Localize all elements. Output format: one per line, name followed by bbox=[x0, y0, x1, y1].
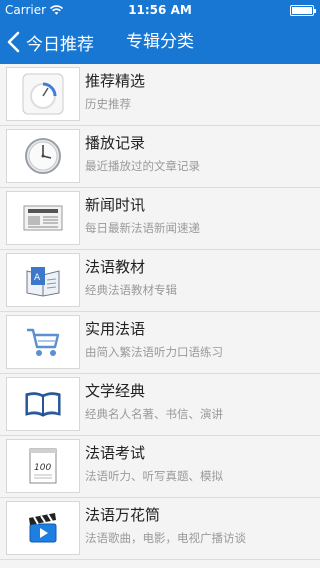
exam-paper-icon: 100 bbox=[29, 448, 57, 484]
status-bar: Carrier 11:56 AM bbox=[0, 0, 320, 20]
item-subtitle: 由简入繁法语听力口语练习 bbox=[85, 345, 223, 359]
thumbnail: A bbox=[6, 253, 80, 307]
back-button[interactable]: 今日推荐 bbox=[6, 20, 94, 64]
clapperboard-icon bbox=[29, 513, 57, 543]
back-label: 今日推荐 bbox=[26, 34, 94, 55]
open-book-icon bbox=[25, 392, 61, 417]
page-title: 专辑分类 bbox=[126, 32, 194, 52]
list-item-literature[interactable]: 文学经典 经典名人名著、书信、演讲 bbox=[0, 374, 320, 434]
textbook-icon: A bbox=[26, 267, 60, 297]
shopping-cart-icon bbox=[27, 328, 60, 356]
chevron-left-icon bbox=[7, 31, 20, 53]
item-subtitle: 每日最新法语新闻速递 bbox=[85, 221, 200, 235]
item-title: 播放记录 bbox=[85, 134, 146, 152]
exam-score-label: 100 bbox=[34, 463, 51, 473]
item-title: 推荐精选 bbox=[85, 72, 146, 90]
nav-bar: 今日推荐 专辑分类 bbox=[0, 20, 320, 64]
item-title: 文学经典 bbox=[85, 382, 146, 400]
list-item-practical[interactable]: 实用法语 由简入繁法语听力口语练习 bbox=[0, 312, 320, 372]
thumbnail bbox=[6, 315, 80, 369]
item-subtitle: 法语歌曲，电影，电视广播访谈 bbox=[85, 531, 246, 545]
item-subtitle: 最近播放过的文章记录 bbox=[85, 159, 200, 173]
thumbnail: 100 bbox=[6, 439, 80, 493]
item-title: 法语教材 bbox=[85, 258, 146, 276]
status-time: 11:56 AM bbox=[128, 3, 192, 17]
item-title: 法语万花筒 bbox=[85, 506, 161, 524]
header: Carrier 11:56 AM 今日推荐 专辑分类 bbox=[0, 0, 320, 64]
item-subtitle: 历史推荐 bbox=[85, 97, 131, 111]
list-item-news[interactable]: 新闻时讯 每日最新法语新闻速递 bbox=[0, 188, 320, 248]
item-title: 法语考试 bbox=[85, 444, 146, 462]
thumbnail bbox=[6, 191, 80, 245]
clock-icon bbox=[25, 138, 61, 174]
list-item-exam[interactable]: 100 法语考试 法语听力、听写真题、模拟 bbox=[0, 436, 320, 496]
item-title: 新闻时讯 bbox=[85, 196, 146, 214]
list-item-textbooks[interactable]: A 法语教材 经典法语教材专辑 bbox=[0, 250, 320, 310]
thumbnail bbox=[6, 377, 80, 431]
svg-text:A: A bbox=[34, 273, 41, 283]
thumbnail bbox=[6, 67, 80, 121]
item-subtitle: 经典名人名著、书信、演讲 bbox=[85, 407, 223, 421]
list-item-history[interactable]: 播放记录 最近播放过的文章记录 bbox=[0, 126, 320, 186]
list-item-kaleidoscope[interactable]: 法语万花筒 法语歌曲，电影，电视广播访谈 bbox=[0, 498, 320, 558]
newspaper-icon bbox=[23, 205, 63, 231]
item-title: 实用法语 bbox=[85, 320, 146, 338]
thumbnail bbox=[6, 501, 80, 555]
list-item-recommended[interactable]: 推荐精选 历史推荐 bbox=[0, 64, 320, 124]
item-subtitle: 经典法语教材专辑 bbox=[85, 283, 177, 297]
divider bbox=[0, 559, 320, 560]
thumbnail bbox=[6, 129, 80, 183]
item-subtitle: 法语听力、听写真题、模拟 bbox=[85, 469, 223, 483]
recommend-dial-icon bbox=[22, 73, 64, 115]
battery-icon bbox=[290, 5, 316, 16]
